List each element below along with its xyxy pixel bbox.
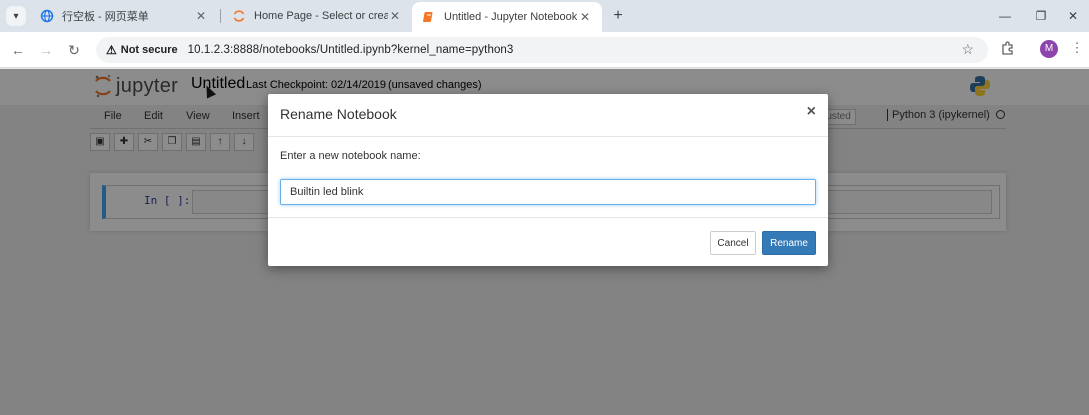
url-text[interactable]: 10.1.2.3:8888/notebooks/Untitled.ipynb?k… bbox=[188, 44, 514, 56]
close-tab-icon[interactable]: ✕ bbox=[194, 9, 208, 23]
dialog-header: Rename Notebook × bbox=[268, 94, 828, 137]
bookmark-star-icon[interactable]: ☆ bbox=[961, 41, 974, 58]
security-label: Not secure bbox=[120, 44, 178, 56]
browser-toolbar: ← → ↻ ⚠ Not secure 10.1.2.3:8888/noteboo… bbox=[0, 32, 1089, 68]
restore-button[interactable]: ❐ bbox=[1031, 6, 1051, 26]
tab-search-button[interactable]: ▾ bbox=[6, 6, 26, 26]
close-tab-icon[interactable]: ✕ bbox=[578, 10, 592, 24]
dialog-footer: Cancel Rename bbox=[268, 217, 828, 266]
restore-icon: ❐ bbox=[1035, 9, 1047, 23]
forward-button[interactable]: → bbox=[36, 40, 56, 60]
jupyter-spinner-icon bbox=[232, 9, 246, 23]
tab-home-page[interactable]: Home Page - Select or create a ✕ bbox=[222, 2, 412, 30]
browser-tab-strip: ▾ 行空板 - 网页菜单 ✕ Home Page - Select or cre… bbox=[0, 0, 1089, 32]
minimize-button[interactable]: — bbox=[995, 6, 1015, 26]
globe-icon bbox=[40, 9, 54, 23]
browser-menu-button[interactable]: ⋮ bbox=[1070, 40, 1084, 60]
dialog-body: Enter a new notebook name: bbox=[280, 150, 816, 205]
reload-button[interactable]: ↻ bbox=[64, 40, 84, 60]
close-window-button[interactable]: ✕ bbox=[1063, 6, 1083, 26]
warning-icon: ⚠ bbox=[106, 43, 117, 57]
more-vert-icon: ⋮ bbox=[1070, 40, 1084, 55]
close-icon: ✕ bbox=[1067, 9, 1079, 23]
puzzle-icon bbox=[1002, 41, 1013, 55]
dialog-title: Rename Notebook bbox=[280, 106, 397, 122]
profile-avatar[interactable]: M bbox=[1040, 40, 1058, 58]
notebook-name-input[interactable] bbox=[280, 179, 816, 205]
rename-button[interactable]: Rename bbox=[762, 231, 816, 255]
notebook-icon bbox=[422, 10, 436, 24]
extensions-button[interactable] bbox=[998, 40, 1018, 60]
tab-title: Untitled - Jupyter Notebook bbox=[444, 11, 578, 23]
notebook-name-label: Enter a new notebook name: bbox=[280, 150, 421, 162]
close-tab-icon[interactable]: ✕ bbox=[388, 9, 402, 23]
new-tab-button[interactable]: + bbox=[608, 6, 628, 26]
rename-notebook-dialog: Rename Notebook × Enter a new notebook n… bbox=[268, 94, 828, 266]
tab-separator bbox=[220, 9, 221, 23]
tab-title: Home Page - Select or create a bbox=[254, 10, 388, 22]
address-bar[interactable]: ⚠ Not secure 10.1.2.3:8888/notebooks/Unt… bbox=[96, 37, 988, 63]
chevron-down-icon: ▾ bbox=[13, 10, 19, 22]
arrow-left-icon: ← bbox=[11, 42, 25, 58]
security-chip[interactable]: ⚠ Not secure bbox=[106, 43, 178, 57]
reload-icon: ↻ bbox=[68, 42, 80, 58]
minimize-icon: — bbox=[999, 9, 1011, 23]
tab-untitled-notebook[interactable]: Untitled - Jupyter Notebook ✕ bbox=[412, 2, 602, 32]
tab-title: 行空板 - 网页菜单 bbox=[62, 11, 149, 23]
tab-web-menu[interactable]: 行空板 - 网页菜单 ✕ bbox=[30, 2, 218, 30]
back-button[interactable]: ← bbox=[8, 40, 28, 60]
plus-icon: + bbox=[613, 7, 623, 24]
close-icon[interactable]: × bbox=[807, 103, 816, 121]
cancel-button[interactable]: Cancel bbox=[710, 231, 756, 255]
arrow-right-icon: → bbox=[39, 42, 53, 58]
